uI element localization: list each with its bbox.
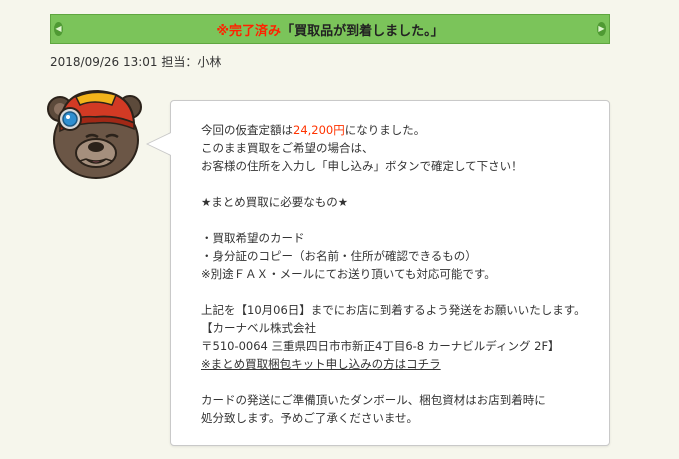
requirement-item: ・身分証のコピー（お名前・住所が確認できるもの）: [201, 249, 477, 263]
appraisal-line: 今回の仮査定額は24,200円になりました。: [201, 121, 601, 139]
timestamp: 2018/09/26 13:01: [50, 55, 158, 69]
message-bubble: 今回の仮査定額は24,200円になりました。 このまま買取をご希望の場合は、 お…: [170, 100, 610, 446]
packing-kit-link[interactable]: ※まとめ買取梱包キット申し込みの方はコチラ: [201, 357, 441, 371]
message-body: 今回の仮査定額は24,200円になりました。 このまま買取をご希望の場合は、 お…: [201, 121, 601, 427]
status-banner: ◀ ※完了済み 「買取品が到着しました。」 ▶: [50, 14, 610, 44]
requirements-heading: ★まとめ買取に必要なもの★: [201, 195, 349, 209]
appraisal-text-end: になりました。: [344, 123, 426, 137]
bear-mascot-avatar: [47, 89, 142, 179]
company-address: 〒510-0064 三重県四日市市新正4丁目6-8 カーナビルディング 2F】: [201, 339, 560, 353]
instruction-line-2: お客様の住所を入力し「申し込み」ボタンで確定して下さい！: [201, 159, 523, 173]
speech-bubble-tail-fill: [148, 133, 171, 155]
company-name: 【カーナベル株式会社: [201, 321, 316, 335]
chevron-right-icon: ▶: [597, 22, 606, 36]
closing-line-2: 処分致します。予めご了承くださいませ。: [201, 411, 419, 425]
instruction-line-1: このまま買取をご希望の場合は、: [201, 141, 374, 155]
status-prefix: ※完了済み: [216, 23, 282, 39]
requirement-note: ※別途ＦＡＸ・メールにてお送り頂いても対応可能です。: [201, 267, 496, 281]
status-message: 「買取品が到着しました。」: [281, 23, 444, 39]
deadline-line: 上記を【10月06日】までにお店に到着するよう発送をお願いいたします。: [201, 303, 586, 317]
staff-label: 担当：小林: [161, 55, 222, 69]
appraisal-amount: 24,200円: [293, 123, 345, 137]
closing-line-1: カードの発送にご準備頂いたダンボール、梱包資材はお店到着時に: [201, 393, 546, 407]
message-meta: 2018/09/26 13:01 担当：小林: [50, 53, 221, 70]
appraisal-text: 今回の仮査定額は: [201, 123, 293, 137]
requirement-item: ・買取希望のカード: [201, 231, 305, 245]
chevron-left-icon: ◀: [54, 22, 63, 36]
